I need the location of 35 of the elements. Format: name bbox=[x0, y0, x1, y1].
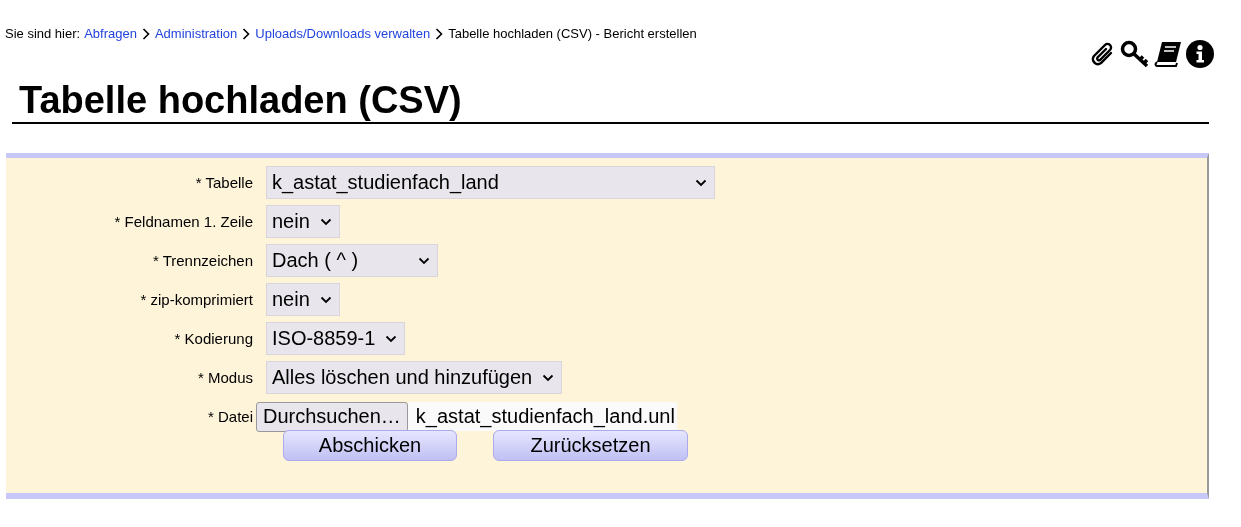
dropdown[interactable]: nein bbox=[266, 205, 340, 238]
caret-icon bbox=[695, 178, 707, 187]
form-button[interactable]: Zurücksetzen bbox=[493, 430, 688, 461]
chevron-right-icon bbox=[141, 27, 150, 40]
field-label: * Feldnamen 1. Zeile bbox=[113, 213, 254, 230]
key-icon[interactable] bbox=[1120, 40, 1150, 68]
breadcrumb-link[interactable]: Uploads/Downloads verwalten bbox=[255, 26, 431, 41]
field-label: * zip-komprimiert bbox=[139, 291, 254, 308]
dropdown[interactable]: nein bbox=[266, 283, 340, 316]
page-title: Tabelle hochladen (CSV) bbox=[12, 80, 1209, 124]
breadcrumb-current: Tabelle hochladen (CSV) - Bericht erstellen bbox=[448, 26, 697, 41]
caret-icon bbox=[418, 256, 430, 265]
dropdown[interactable]: k_astat_studienfach_land bbox=[266, 166, 715, 199]
chevron-right-icon bbox=[242, 27, 251, 40]
field-label: * Datei bbox=[206, 408, 254, 425]
caret-icon bbox=[319, 295, 332, 304]
breadcrumb-link[interactable]: Administration bbox=[154, 26, 238, 41]
breadcrumb-prefix: Sie sind hier: bbox=[5, 26, 81, 41]
dropdown[interactable]: Dach ( ^ ) bbox=[266, 244, 438, 277]
caret-icon bbox=[385, 334, 398, 343]
field-label: * Trennzeichen bbox=[151, 252, 254, 269]
dropdown[interactable]: ISO-8859-1 bbox=[266, 322, 406, 355]
breadcrumb-link[interactable]: Abfragen bbox=[84, 26, 137, 41]
caret-icon bbox=[319, 217, 332, 226]
caret-icon bbox=[542, 373, 555, 382]
field-label: * Modus bbox=[196, 369, 254, 386]
file-name-field: k_astat_studienfach_land.unl bbox=[407, 402, 677, 431]
book-icon[interactable] bbox=[1153, 40, 1183, 68]
form-button[interactable]: Abschicken bbox=[283, 430, 457, 461]
field-label: * Kodierung bbox=[173, 330, 254, 347]
dropdown[interactable]: Alles löschen und hinzufügen bbox=[266, 361, 563, 394]
browse-button[interactable]: Durchsuchen… bbox=[256, 401, 408, 432]
chevron-right-icon bbox=[435, 27, 444, 40]
info-icon[interactable] bbox=[1186, 40, 1214, 68]
field-label: * Tabelle bbox=[194, 174, 254, 191]
